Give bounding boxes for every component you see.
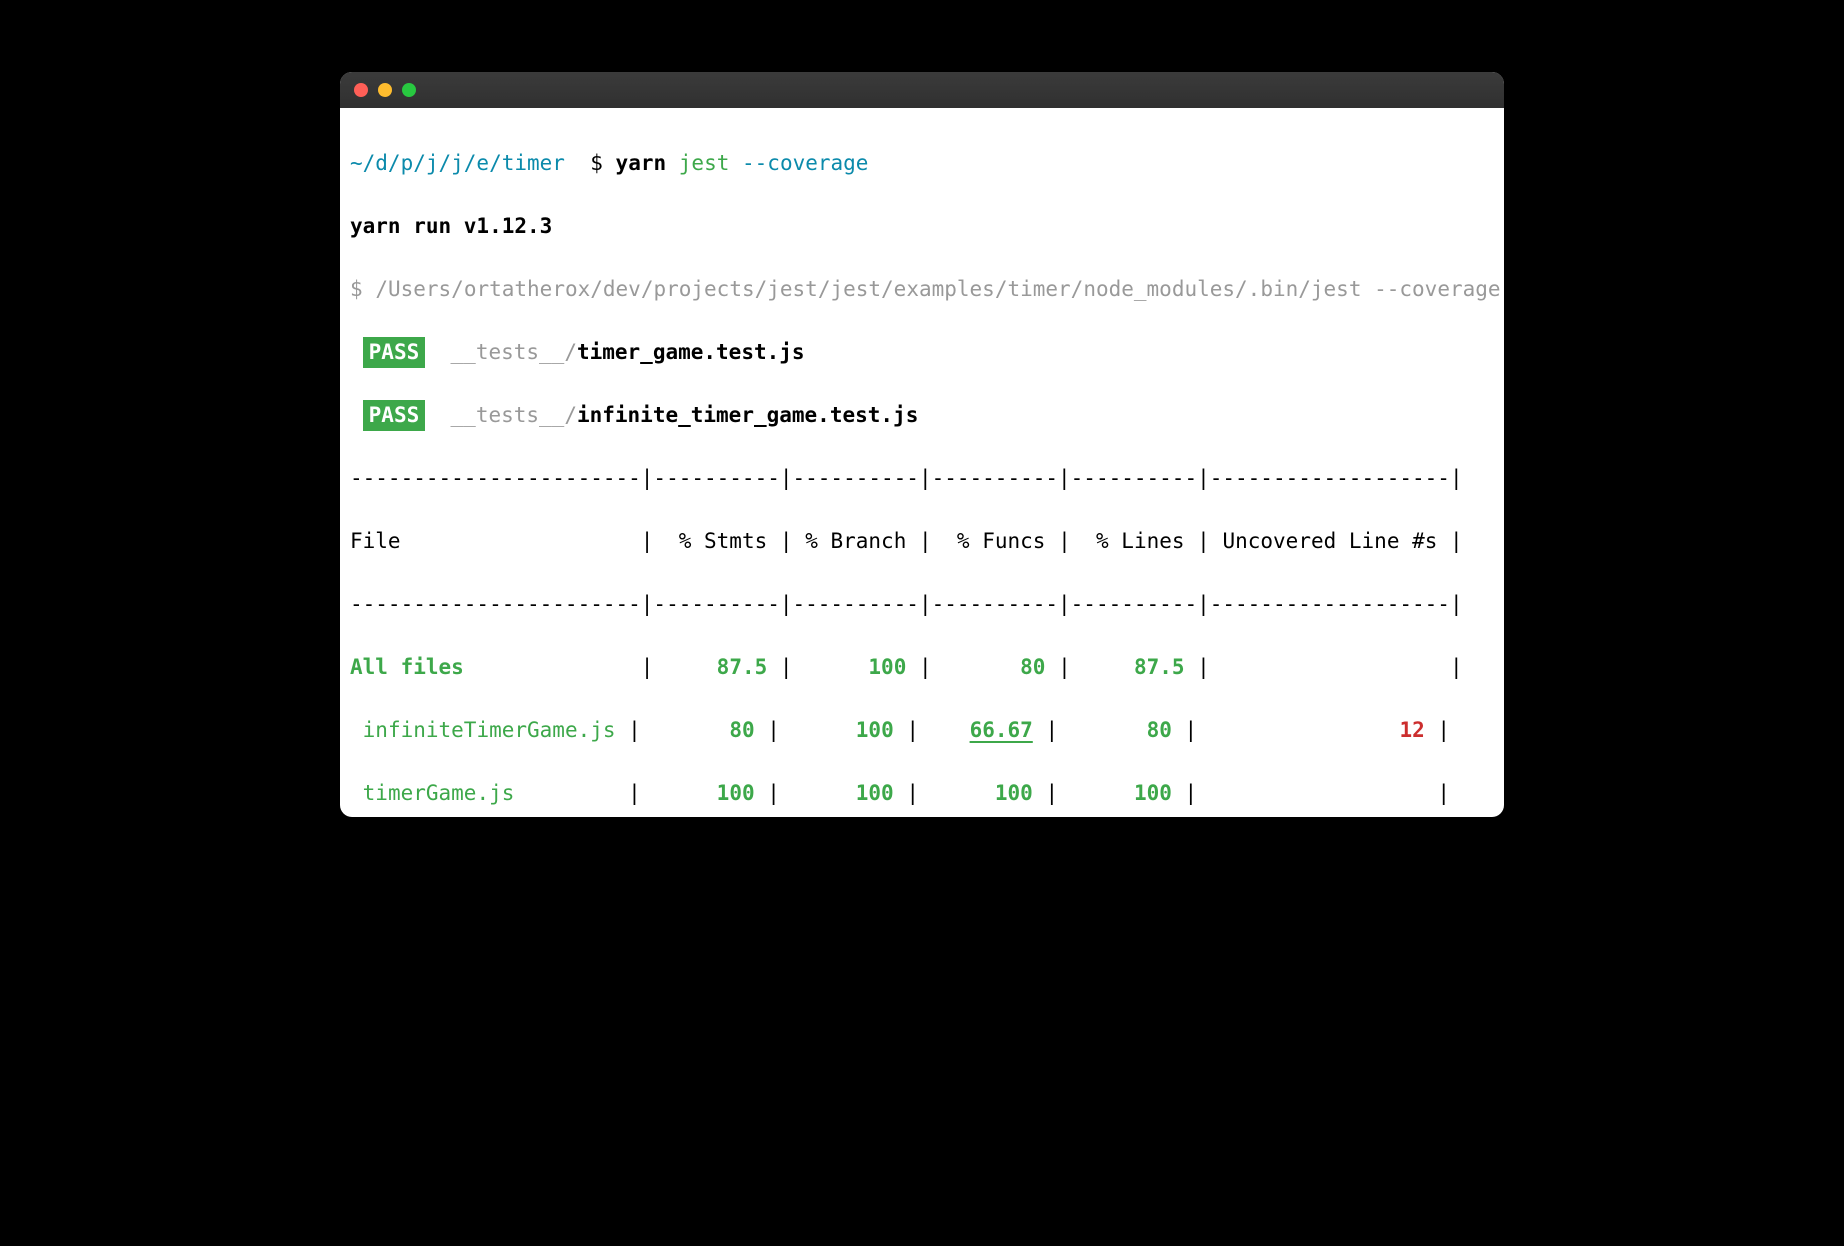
prompt-symbol: $	[590, 151, 603, 175]
yarn-version: yarn run v1.12.3	[340, 211, 1504, 243]
pass-badge: PASS	[363, 337, 426, 369]
pass-result: PASS __tests__/infinite_timer_game.test.…	[340, 400, 1504, 432]
pass-badge: PASS	[363, 400, 426, 432]
cmd-jest: jest	[679, 151, 730, 175]
exec-line: $ /Users/ortatherox/dev/projects/jest/je…	[340, 274, 1504, 306]
maximize-icon[interactable]	[402, 83, 416, 97]
table-separator: -----------------------|----------|-----…	[340, 589, 1504, 621]
test-dir: __tests__/	[451, 403, 577, 427]
terminal-output: ~/d/p/j/j/e/timer $ yarn jest --coverage…	[340, 108, 1504, 817]
minimize-icon[interactable]	[378, 83, 392, 97]
table-row: timerGame.js | 100 | 100 | 100 | 100 | |	[340, 778, 1504, 810]
pass-result: PASS __tests__/timer_game.test.js	[340, 337, 1504, 369]
terminal-window: ~/d/p/j/j/e/timer $ yarn jest --coverage…	[340, 72, 1504, 817]
test-file: timer_game.test.js	[577, 340, 805, 364]
prompt-line: ~/d/p/j/j/e/timer $ yarn jest --coverage	[340, 148, 1504, 180]
table-header: File | % Stmts | % Branch | % Funcs | % …	[340, 526, 1504, 558]
cmd-yarn: yarn	[616, 151, 667, 175]
table-row: All files | 87.5 | 100 | 80 | 87.5 | |	[340, 652, 1504, 684]
table-row: infiniteTimerGame.js | 80 | 100 | 66.67 …	[340, 715, 1504, 747]
test-dir: __tests__/	[451, 340, 577, 364]
test-file: infinite_timer_game.test.js	[577, 403, 918, 427]
window-titlebar	[340, 72, 1504, 108]
close-icon[interactable]	[354, 83, 368, 97]
prompt-path: ~/d/p/j/j/e/timer	[350, 151, 565, 175]
cmd-flag: --coverage	[742, 151, 868, 175]
table-separator: -----------------------|----------|-----…	[340, 463, 1504, 495]
